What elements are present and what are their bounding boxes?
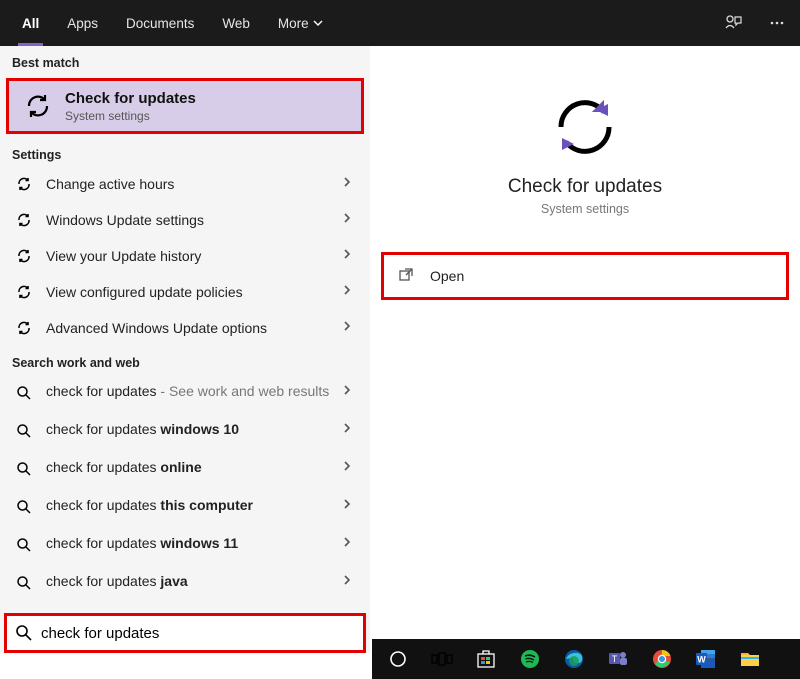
chevron-right-icon bbox=[342, 247, 358, 265]
web-search-item[interactable]: check for updates online bbox=[0, 450, 370, 488]
tab-web[interactable]: Web bbox=[208, 0, 264, 46]
taskbar-explorer-icon[interactable] bbox=[730, 639, 770, 679]
settings-item-label: Change active hours bbox=[46, 176, 342, 192]
best-match-result[interactable]: Check for updates System settings bbox=[6, 78, 364, 134]
web-search-label: check for updates windows 11 bbox=[46, 535, 342, 551]
chevron-right-icon bbox=[342, 175, 358, 193]
web-search-header: Search work and web bbox=[0, 346, 370, 374]
chevron-right-icon bbox=[342, 383, 358, 401]
tab-documents[interactable]: Documents bbox=[112, 0, 208, 46]
best-match-title: Check for updates bbox=[65, 90, 196, 107]
refresh-icon bbox=[14, 318, 34, 338]
taskbar-chrome-icon[interactable] bbox=[642, 639, 682, 679]
web-search-label: check for updates - See work and web res… bbox=[46, 383, 342, 399]
search-icon bbox=[14, 497, 34, 517]
refresh-icon bbox=[21, 89, 55, 123]
svg-text:W: W bbox=[697, 655, 706, 665]
search-icon bbox=[14, 383, 34, 403]
chevron-right-icon bbox=[342, 421, 358, 439]
refresh-icon bbox=[14, 174, 34, 194]
chevron-right-icon bbox=[342, 573, 358, 591]
open-label: Open bbox=[430, 268, 464, 284]
taskbar-edge-icon[interactable] bbox=[554, 639, 594, 679]
search-input[interactable] bbox=[41, 625, 355, 642]
web-search-label: check for updates java bbox=[46, 573, 342, 589]
preview-subtitle: System settings bbox=[541, 202, 629, 216]
web-search-label: check for updates online bbox=[46, 459, 342, 475]
feedback-icon[interactable] bbox=[718, 8, 748, 38]
settings-item-label: Advanced Windows Update options bbox=[46, 320, 342, 336]
search-icon bbox=[15, 624, 33, 642]
settings-item[interactable]: View your Update history bbox=[0, 238, 370, 274]
settings-item-label: Windows Update settings bbox=[46, 212, 342, 228]
web-search-item[interactable]: check for updates windows 10 bbox=[0, 412, 370, 450]
chevron-down-icon bbox=[313, 18, 323, 28]
settings-item[interactable]: Change active hours bbox=[0, 166, 370, 202]
tab-more[interactable]: More bbox=[264, 0, 337, 46]
web-search-label: check for updates this computer bbox=[46, 497, 342, 513]
web-search-item[interactable]: check for updates java bbox=[0, 564, 370, 602]
chevron-right-icon bbox=[342, 497, 358, 515]
web-search-label: check for updates windows 10 bbox=[46, 421, 342, 437]
tab-all[interactable]: All bbox=[8, 0, 53, 46]
refresh-icon bbox=[14, 246, 34, 266]
web-search-item[interactable]: check for updates - See work and web res… bbox=[0, 374, 370, 412]
settings-item-label: View your Update history bbox=[46, 248, 342, 264]
settings-item[interactable]: Windows Update settings bbox=[0, 202, 370, 238]
refresh-large-icon bbox=[548, 90, 622, 164]
chevron-right-icon bbox=[342, 459, 358, 477]
search-filter-tabs: All Apps Documents Web More bbox=[0, 0, 800, 46]
chevron-right-icon bbox=[342, 211, 358, 229]
open-button[interactable]: Open bbox=[381, 252, 789, 300]
chevron-right-icon bbox=[342, 535, 358, 553]
taskbar-cortana-icon[interactable] bbox=[378, 639, 418, 679]
chevron-right-icon bbox=[342, 283, 358, 301]
more-options-icon[interactable] bbox=[762, 8, 792, 38]
best-match-subtitle: System settings bbox=[65, 109, 196, 123]
search-icon bbox=[14, 573, 34, 593]
open-icon bbox=[398, 267, 416, 285]
taskbar-taskview-icon[interactable] bbox=[422, 639, 462, 679]
web-search-item[interactable]: check for updates this computer bbox=[0, 488, 370, 526]
preview-title: Check for updates bbox=[508, 176, 662, 198]
refresh-icon bbox=[14, 282, 34, 302]
svg-text:T: T bbox=[612, 654, 618, 664]
tab-apps[interactable]: Apps bbox=[53, 0, 112, 46]
search-box[interactable] bbox=[4, 613, 366, 653]
settings-item[interactable]: Advanced Windows Update options bbox=[0, 310, 370, 346]
settings-header: Settings bbox=[0, 138, 370, 166]
refresh-icon bbox=[14, 210, 34, 230]
search-icon bbox=[14, 421, 34, 441]
settings-item[interactable]: View configured update policies bbox=[0, 274, 370, 310]
taskbar: T W bbox=[372, 639, 800, 679]
search-icon bbox=[14, 459, 34, 479]
taskbar-word-icon[interactable]: W bbox=[686, 639, 726, 679]
best-match-header: Best match bbox=[0, 46, 370, 74]
taskbar-store-icon[interactable] bbox=[466, 639, 506, 679]
results-pane: Best match Check for updates System sett… bbox=[0, 46, 370, 653]
search-icon bbox=[14, 535, 34, 555]
chevron-right-icon bbox=[342, 319, 358, 337]
preview-pane: Check for updates System settings Open bbox=[370, 46, 800, 653]
taskbar-spotify-icon[interactable] bbox=[510, 639, 550, 679]
web-search-item[interactable]: check for updates windows 11 bbox=[0, 526, 370, 564]
taskbar-teams-icon[interactable]: T bbox=[598, 639, 638, 679]
settings-item-label: View configured update policies bbox=[46, 284, 342, 300]
